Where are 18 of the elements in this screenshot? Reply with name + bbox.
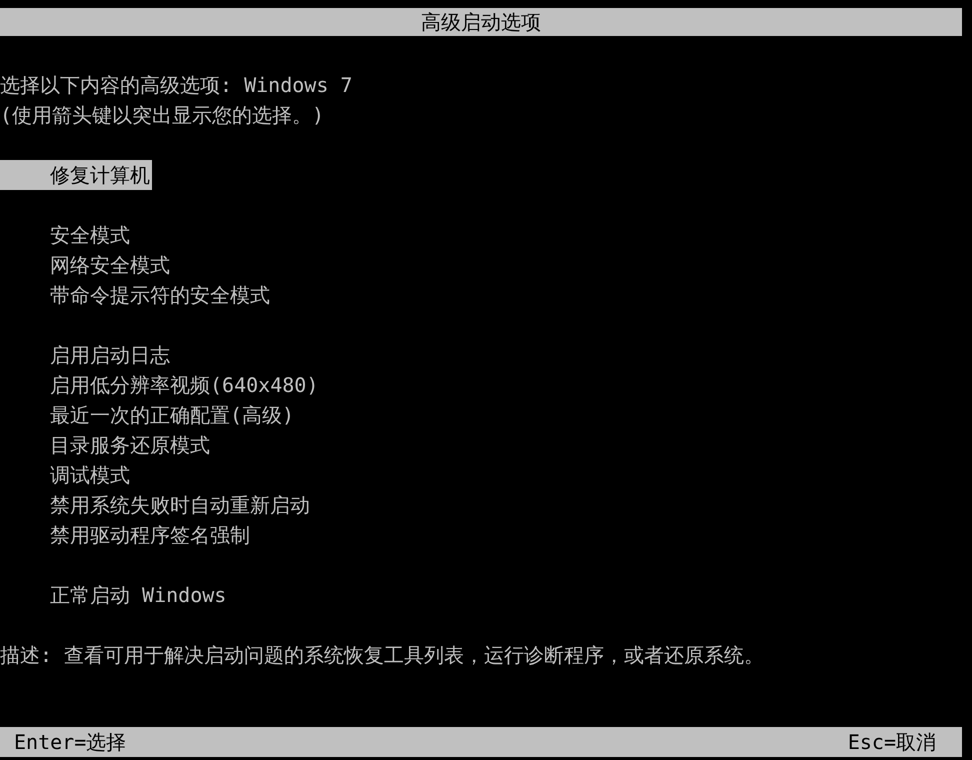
boot-option[interactable]: 启用启动日志 [0, 340, 172, 370]
boot-option[interactable]: 目录服务还原模式 [0, 430, 212, 460]
esc-hint: Esc=取消 [848, 729, 936, 756]
boot-option[interactable]: 网络安全模式 [0, 250, 172, 280]
boot-option[interactable]: 安全模式 [0, 220, 132, 250]
boot-option[interactable]: 带命令提示符的安全模式 [0, 280, 272, 310]
boot-option[interactable]: 调试模式 [0, 460, 132, 490]
screen-title: 高级启动选项 [421, 10, 541, 34]
hint-text: (使用箭头键以突出显示您的选择。) [0, 103, 324, 127]
boot-option[interactable]: 禁用驱动程序签名强制 [0, 520, 252, 550]
boot-option[interactable]: 正常启动 Windows [0, 580, 228, 610]
boot-option[interactable]: 启用低分辨率视频(640x480) [0, 370, 320, 400]
prompt-text: 选择以下内容的高级选项: Windows 7 [0, 73, 352, 97]
description-text: 描述: 查看可用于解决启动问题的系统恢复工具列表，运行诊断程序，或者还原系统。 [0, 643, 764, 667]
enter-hint: Enter=选择 [14, 729, 126, 756]
boot-option[interactable]: 禁用系统失败时自动重新启动 [0, 490, 312, 520]
boot-option[interactable]: 最近一次的正确配置(高级) [0, 400, 296, 430]
boot-option[interactable]: 修复计算机 [0, 160, 152, 190]
